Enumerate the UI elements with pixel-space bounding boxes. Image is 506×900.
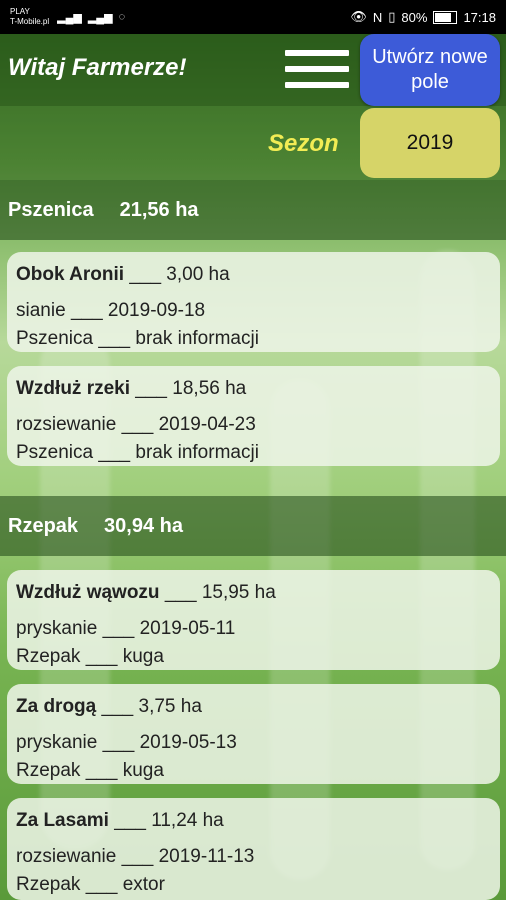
field-note: extor	[122, 874, 165, 895]
status-icons-left: ▂▄▆ ▂▄▆ ◌	[57, 11, 125, 24]
field-date: 2019-09-18	[107, 300, 206, 321]
field-date: 2019-11-13	[158, 846, 255, 867]
field-crop: Pszenica	[16, 442, 94, 463]
greeting-title: Witaj Farmerze!	[8, 54, 187, 81]
field-note: kuga	[122, 646, 164, 667]
field-area: 15,95 ha	[201, 582, 276, 603]
field-date: 2019-04-23	[158, 414, 256, 435]
field-date: 2019-05-11	[139, 618, 236, 639]
crop-name: Rzepak	[8, 514, 79, 537]
field-note: brak informacji	[135, 328, 259, 349]
field-activity: pryskanie	[16, 618, 98, 639]
season-select-button[interactable]: 2019	[360, 108, 500, 178]
carrier-primary: PLAY	[10, 7, 30, 16]
field-card[interactable]: Wzdłuż wąwozu ___ 15,95 ha pryskanie ___…	[7, 570, 500, 670]
separator: ___	[135, 378, 167, 399]
battery-percent: 80%	[401, 9, 428, 25]
field-card[interactable]: Obok Aronii ___ 3,00 ha sianie ___ 2019-…	[7, 252, 500, 352]
separator: ___	[102, 732, 135, 753]
field-crop: Rzepak	[16, 646, 81, 667]
menu-icon[interactable]	[285, 50, 349, 90]
field-note: brak informacji	[135, 442, 259, 463]
separator: ___	[129, 264, 162, 285]
app-header: Witaj Farmerze! Utwórz nowe pole	[0, 34, 506, 106]
field-activity: rozsiewanie	[16, 414, 117, 435]
field-note: kuga	[122, 760, 164, 781]
signal-icon: ▂▄▆	[57, 11, 82, 24]
separator: ___	[101, 696, 134, 717]
separator: ___	[85, 646, 118, 667]
field-area: 18,56 ha	[172, 378, 247, 399]
separator: ___	[70, 300, 103, 321]
crop-area: 30,94 ha	[104, 514, 183, 537]
chat-icon: ◌	[118, 11, 126, 23]
separator: ___	[98, 328, 131, 349]
battery-icon	[433, 10, 458, 24]
field-area: 3,00 ha	[166, 264, 230, 285]
crop-group-header[interactable]: Pszenica 21,56 ha	[0, 180, 506, 240]
nfc-icon: N	[372, 9, 383, 25]
field-activity: sianie	[16, 300, 66, 321]
field-activity: pryskanie	[16, 732, 98, 753]
crop-name: Pszenica	[8, 198, 94, 221]
season-row: Sezon 2019	[0, 106, 506, 180]
separator: ___	[121, 846, 154, 867]
field-area: 11,24 ha	[151, 810, 224, 831]
separator: ___	[85, 874, 118, 895]
field-area: 3,75 ha	[138, 696, 202, 717]
field-card[interactable]: Za drogą ___ 3,75 ha pryskanie ___ 2019-…	[7, 684, 500, 784]
field-name: Za drogą	[16, 696, 97, 717]
field-card[interactable]: Wzdłuż rzeki ___ 18,56 ha rozsiewanie __…	[7, 366, 500, 466]
status-icons-right: 👁 N ▯ 80% 17:18	[350, 9, 496, 25]
separator: ___	[121, 414, 154, 435]
field-crop: Rzepak	[16, 760, 81, 781]
field-card[interactable]: Za Lasami ___ 11,24 ha rozsiewanie ___ 2…	[7, 798, 500, 900]
new-field-button[interactable]: Utwórz nowe pole	[360, 34, 500, 106]
eye-icon: 👁	[350, 9, 367, 24]
carrier-info: PLAY T-Mobile.pl	[10, 7, 49, 27]
carrier-secondary: T-Mobile.pl	[10, 17, 50, 26]
field-crop: Pszenica	[16, 328, 94, 349]
field-activity: rozsiewanie	[16, 846, 117, 867]
clock: 17:18	[463, 9, 496, 25]
crop-group-header[interactable]: Rzepak 30,94 ha	[0, 496, 506, 556]
field-crop: Rzepak	[16, 874, 81, 895]
field-name: Wzdłuż rzeki	[16, 378, 131, 399]
separator: ___	[102, 618, 135, 639]
signal-icon: ▂▄▆	[87, 11, 113, 24]
separator: ___	[114, 810, 146, 831]
separator: ___	[164, 582, 197, 603]
separator: ___	[85, 760, 118, 781]
status-bar: PLAY T-Mobile.pl ▂▄▆ ▂▄▆ ◌ 👁 N ▯ 80% 17:…	[0, 0, 506, 34]
field-name: Wzdłuż wąwozu	[16, 582, 160, 603]
separator: ___	[98, 442, 131, 463]
crop-area: 21,56 ha	[119, 198, 199, 221]
field-name: Obok Aronii	[16, 264, 125, 285]
field-name: Za Lasami	[16, 810, 109, 831]
field-date: 2019-05-13	[139, 732, 237, 753]
vibrate-icon: ▯	[388, 9, 396, 24]
season-label: Sezon	[268, 130, 339, 157]
